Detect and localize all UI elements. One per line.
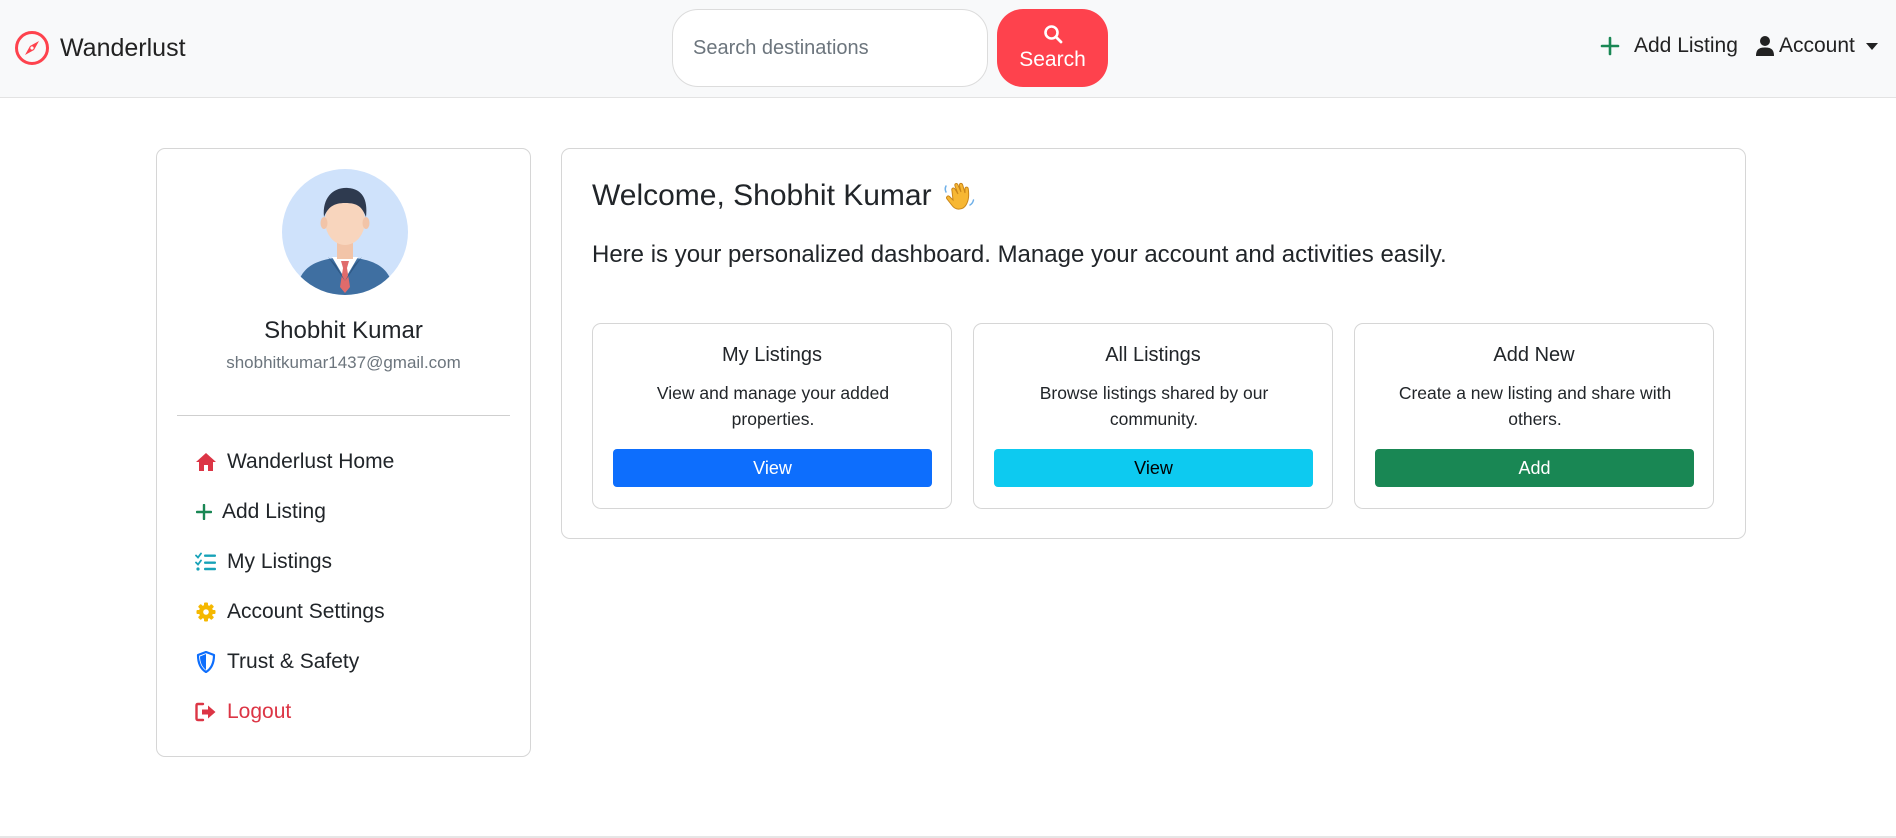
- sidebar-item-label: Add Listing: [222, 500, 326, 523]
- sidebar-item-trust-safety[interactable]: Trust & Safety: [195, 650, 359, 674]
- logout-icon: [195, 702, 216, 722]
- sidebar-item-logout[interactable]: Logout: [195, 700, 291, 724]
- dashboard-panel: Welcome, Shobhit Kumar Here is your pers…: [561, 148, 1746, 539]
- brand-link[interactable]: Wanderlust: [14, 30, 186, 66]
- sidebar-item-label: Logout: [227, 700, 292, 723]
- sidebar-item-home[interactable]: Wanderlust Home: [195, 450, 394, 474]
- search-icon: [1043, 25, 1062, 44]
- search-button[interactable]: Search: [997, 9, 1108, 87]
- account-label: Account: [1779, 34, 1855, 57]
- dashboard-subtitle: Here is your personalized dashboard. Man…: [592, 241, 1447, 268]
- page-title: Welcome, Shobhit Kumar: [592, 179, 976, 213]
- card-description: Create a new listing and share with othe…: [1398, 383, 1672, 429]
- profile-name: Shobhit Kumar: [264, 317, 423, 344]
- sidebar-item-my-listings[interactable]: My Listings: [195, 550, 332, 574]
- card-title: Add New: [1493, 344, 1575, 366]
- compass-icon: [15, 31, 49, 65]
- card-description: View and manage your added properties.: [656, 383, 890, 429]
- profile-sidebar: Shobhit Kumar shobhitkumar1437@gmail.com…: [156, 148, 531, 757]
- gear-icon: [196, 602, 216, 622]
- plus-icon: [196, 504, 212, 520]
- chevron-down-icon: [1865, 43, 1878, 50]
- sidebar-item-label: Wanderlust Home: [227, 450, 395, 473]
- nav-add-listing-label: Add Listing: [1634, 34, 1738, 57]
- search-button-label: Search: [1019, 48, 1086, 71]
- sidebar-item-add-listing[interactable]: Add Listing: [196, 500, 326, 524]
- view-my-listings-button[interactable]: View: [613, 449, 932, 487]
- card-title: All Listings: [1105, 344, 1201, 366]
- welcome-heading: Welcome, Shobhit Kumar: [592, 179, 932, 212]
- account-dropdown[interactable]: Account: [1755, 34, 1879, 58]
- card-all-listings: All Listings Browse listings shared by o…: [973, 323, 1333, 509]
- sidebar-item-account-settings[interactable]: Account Settings: [195, 600, 385, 624]
- profile-email: shobhitkumar1437@gmail.com: [226, 353, 461, 372]
- waving-hand-icon: [944, 182, 974, 210]
- list-check-icon: [195, 552, 216, 571]
- card-title: My Listings: [721, 344, 823, 366]
- shield-icon: [196, 651, 216, 673]
- view-all-listings-button[interactable]: View: [994, 449, 1313, 487]
- card-add-new: Add New Create a new listing and share w…: [1354, 323, 1714, 509]
- navbar: Wanderlust Search Add Listing Account: [0, 0, 1896, 98]
- brand-name: Wanderlust: [60, 33, 186, 62]
- card-my-listings: My Listings View and manage your added p…: [592, 323, 952, 509]
- card-description: Browse listings shared by our community.: [1039, 383, 1269, 429]
- add-new-listing-button[interactable]: Add: [1375, 449, 1694, 487]
- nav-add-listing-link[interactable]: Add Listing: [1600, 34, 1738, 58]
- plus-icon: [1600, 36, 1620, 56]
- sidebar-item-label: Trust & Safety: [227, 650, 360, 673]
- divider: [177, 415, 510, 416]
- avatar: [282, 169, 408, 295]
- search-input[interactable]: [672, 9, 988, 87]
- person-icon: [1756, 36, 1774, 56]
- sidebar-item-label: My Listings: [227, 550, 333, 573]
- house-icon: [196, 453, 216, 471]
- sidebar-item-label: Account Settings: [227, 600, 385, 623]
